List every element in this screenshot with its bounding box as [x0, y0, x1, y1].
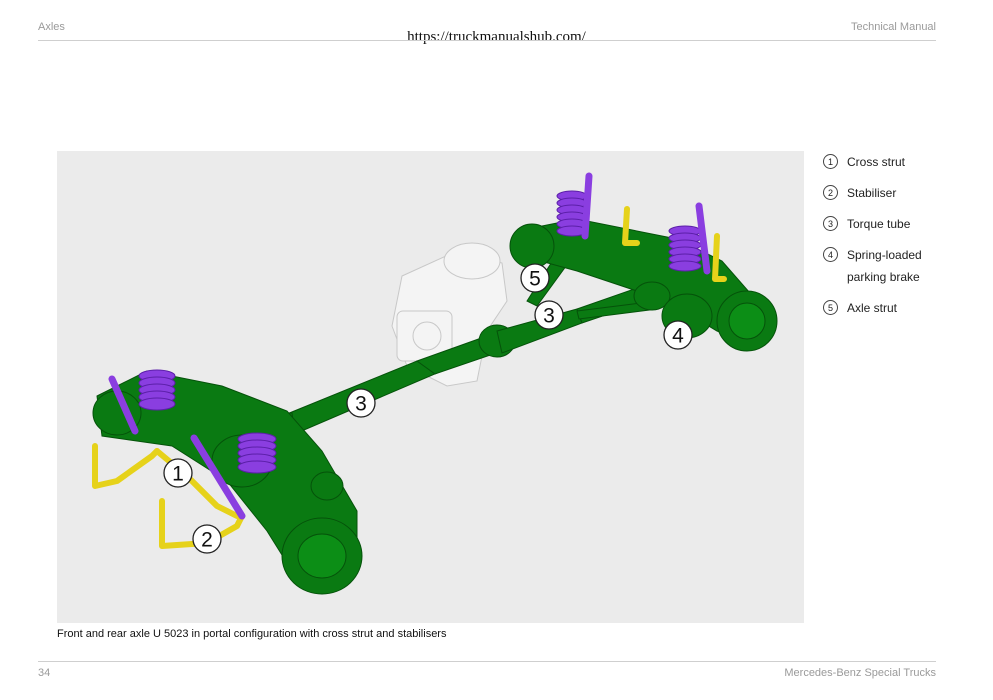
- spring-rear-right: [668, 225, 702, 272]
- axle-illustration: 1 2 3 3 4 5: [57, 151, 804, 623]
- svg-text:3: 3: [355, 393, 367, 416]
- callout-1: 1: [163, 458, 193, 488]
- axle-drawing: 1 2 3 3 4 5: [92, 172, 778, 595]
- legend-label: Stabiliser: [847, 186, 897, 200]
- svg-text:4: 4: [672, 325, 684, 348]
- header-divider: [38, 40, 936, 41]
- legend-number: 3: [823, 216, 838, 231]
- legend-number: 5: [823, 300, 838, 315]
- legend-item: 4 Spring-loaded parking brake: [823, 244, 963, 288]
- callout-3-front: 3: [346, 388, 376, 418]
- callout-5: 5: [520, 263, 550, 293]
- legend-number: 1: [823, 154, 838, 169]
- svg-text:1: 1: [172, 463, 184, 486]
- spring-front-right: [237, 432, 277, 474]
- legend-label: Spring-loaded parking brake: [847, 248, 922, 284]
- svg-text:5: 5: [529, 268, 541, 291]
- figure-caption: Front and rear axle U 5023 in portal con…: [57, 628, 447, 640]
- callout-4: 4: [663, 320, 693, 350]
- svg-text:2: 2: [201, 529, 213, 552]
- parts-legend: 1 Cross strut 2 Stabiliser 3 Torque tube…: [823, 151, 963, 328]
- footer-divider: [38, 661, 936, 662]
- legend-number: 4: [823, 247, 838, 262]
- legend-number: 2: [823, 185, 838, 200]
- legend-item: 5 Axle strut: [823, 297, 963, 319]
- legend-item: 1 Cross strut: [823, 151, 963, 173]
- legend-item: 2 Stabiliser: [823, 182, 963, 204]
- legend-label: Axle strut: [847, 301, 898, 315]
- page-number: 34: [38, 667, 51, 679]
- callout-3-rear: 3: [534, 300, 564, 330]
- spring-front-left: [138, 369, 176, 411]
- legend-label: Cross strut: [847, 155, 906, 169]
- footer-brand: Mercedes-Benz Special Trucks: [784, 667, 936, 679]
- callout-2: 2: [192, 524, 222, 554]
- legend-label: Torque tube: [847, 217, 911, 231]
- header-url[interactable]: https://truckmanualshub.com/: [0, 29, 993, 46]
- svg-text:3: 3: [543, 305, 555, 328]
- legend-item: 3 Torque tube: [823, 213, 963, 235]
